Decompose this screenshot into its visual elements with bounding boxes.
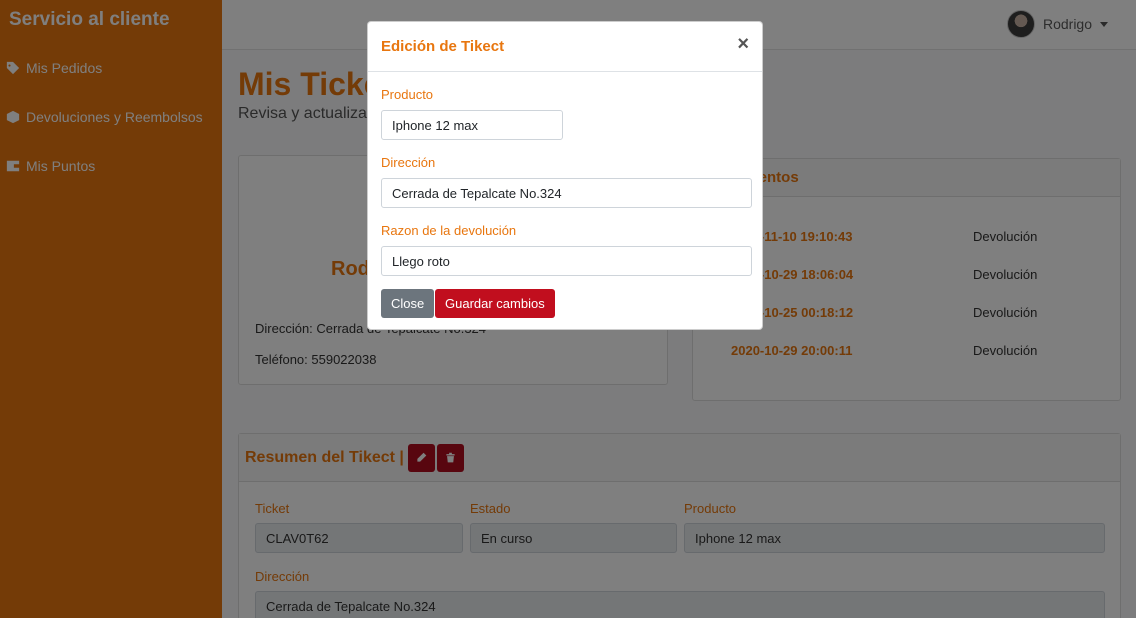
reason-input[interactable] xyxy=(381,246,752,276)
close-button[interactable]: Close xyxy=(381,289,435,318)
close-icon[interactable]: × xyxy=(737,34,749,54)
edit-ticket-modal: Edición de Tikect × Producto Dirección R… xyxy=(367,21,763,330)
modal-header: Edición de Tikect × xyxy=(368,22,762,72)
address-input[interactable] xyxy=(381,178,752,208)
save-button[interactable]: Guardar cambios xyxy=(435,289,555,318)
address-label: Dirección xyxy=(381,155,436,170)
product-input[interactable] xyxy=(381,110,563,140)
reason-label: Razon de la devolución xyxy=(381,223,517,238)
modal-title: Edición de Tikect xyxy=(381,38,505,55)
product-label: Producto xyxy=(381,87,434,102)
